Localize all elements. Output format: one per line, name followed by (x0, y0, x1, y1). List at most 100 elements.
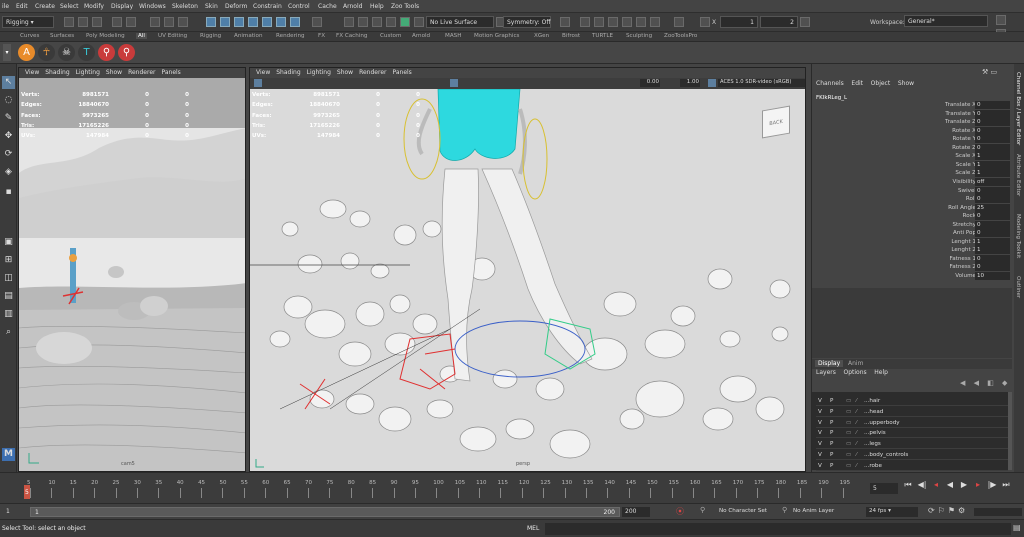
go-to-end-icon[interactable]: ⏭ (1000, 479, 1012, 491)
vp1-menu-shading[interactable]: Shading (45, 69, 69, 76)
vp1-menu-renderer[interactable]: Renderer (128, 69, 155, 76)
layer-row[interactable]: V P ▭ ⁄ ...legs (816, 439, 1008, 450)
layer-color-icon[interactable]: ⁄ (856, 450, 857, 460)
tab-display[interactable]: Display (815, 360, 844, 367)
layer-visibility-toggle[interactable]: V (818, 439, 822, 449)
channel-value[interactable]: 0 (975, 101, 1010, 109)
sidebar-toggle-icon[interactable] (800, 17, 810, 27)
range-slider[interactable]: 1 200 (30, 507, 620, 517)
field-y-input[interactable]: 2 (760, 16, 798, 28)
menu-cache[interactable]: Cache (318, 3, 337, 10)
channel-row[interactable]: Scale Y1 (812, 160, 1012, 170)
layer-row[interactable]: V P ▭ ⁄ ...pelvis (816, 428, 1008, 439)
layer-row[interactable]: V P ▭ ⁄ ...robe (816, 461, 1008, 471)
select-render-mask-icon[interactable] (276, 17, 286, 27)
script-editor-icon[interactable]: ▤ (1013, 523, 1021, 532)
render-view-icon[interactable] (636, 17, 646, 27)
xray-icon[interactable] (450, 79, 458, 87)
menu-edit[interactable]: Edit (16, 3, 28, 10)
play-backward-icon[interactable]: ◀ (944, 479, 956, 491)
shelf-menu-icon[interactable]: ▾ (3, 44, 11, 61)
layer-playback-toggle[interactable]: P (830, 450, 833, 460)
layer-type-icon[interactable]: ▭ (846, 439, 851, 449)
menu-windows[interactable]: Windows (139, 3, 166, 10)
shelf-tab-all[interactable]: All (136, 33, 147, 39)
channel-row[interactable]: Roll 0 (812, 195, 1012, 204)
color-management-icon[interactable] (708, 79, 716, 87)
next-key-icon[interactable]: ▸ (972, 479, 984, 491)
menu-display[interactable]: Display (111, 3, 133, 10)
layer-visibility-toggle[interactable]: V (818, 450, 822, 460)
channel-value[interactable]: 0 (975, 229, 1010, 238)
layer-playback-toggle[interactable]: P (830, 396, 833, 406)
channel-value[interactable]: off (975, 177, 1010, 186)
timeline-prefs-field[interactable] (974, 508, 1022, 516)
four-view-icon[interactable]: ⊞ (2, 254, 15, 267)
lock-selection-icon[interactable] (312, 17, 322, 27)
ipr-icon[interactable] (674, 17, 684, 27)
layer-name[interactable]: ...body_controls (864, 450, 908, 460)
channel-value[interactable]: 1 (975, 152, 1010, 161)
channel-row[interactable]: Translate Z0 (812, 118, 1012, 127)
channel-value[interactable]: 0 (975, 186, 1010, 195)
select-component-icon[interactable] (178, 17, 188, 27)
rotate-tool-icon[interactable]: ⟳ (2, 148, 15, 161)
channel-value[interactable]: 25 (975, 203, 1010, 212)
channel-value[interactable]: 0 (975, 220, 1010, 229)
mel-command-input[interactable] (545, 523, 1011, 535)
channel-name[interactable]: Rotate X (952, 127, 976, 136)
channel-name[interactable]: Fatness 2 (950, 263, 976, 272)
menu-file[interactable]: ile (2, 3, 9, 10)
outliner-persp-icon[interactable]: ▤ (2, 290, 15, 303)
menu-control[interactable]: Control (288, 3, 310, 10)
layer-color-icon[interactable]: ⁄ (856, 461, 857, 471)
shelf-tab-xgen[interactable]: XGen (534, 33, 549, 39)
menu-deform[interactable]: Deform (225, 3, 247, 10)
channel-row[interactable]: Fatness 10 (812, 254, 1012, 264)
channel-name[interactable]: Rock (963, 212, 976, 221)
channel-name[interactable]: Lenght 2 (951, 246, 976, 255)
channel-name[interactable]: Rotate Y (952, 135, 976, 144)
vp2-menu-renderer[interactable]: Renderer (359, 69, 386, 76)
channel-name[interactable]: Stretchy (953, 221, 977, 230)
channel-row[interactable]: Stretchy 0 (812, 220, 1012, 230)
last-tool-icon[interactable]: ▪ (2, 186, 15, 199)
layer-scrollbar[interactable] (1008, 392, 1012, 470)
layer-playback-toggle[interactable]: P (830, 428, 833, 438)
channel-row[interactable]: Rotate X0 (812, 126, 1012, 136)
select-misc-mask-icon[interactable] (290, 17, 300, 27)
shelf-tab-zootoolspro[interactable]: ZooToolsPro (664, 33, 697, 39)
current-frame-field[interactable]: 5 (870, 483, 898, 494)
vp2-menu-shading[interactable]: Shading (276, 69, 300, 76)
side-tab-modeling-toolkit[interactable]: Modeling Toolkit (1015, 214, 1021, 258)
layer-name[interactable]: ...pelvis (864, 428, 886, 438)
graph-persp-icon[interactable]: ▥ (2, 308, 15, 321)
channel-value[interactable]: 1 (975, 237, 1010, 246)
layer-visibility-toggle[interactable]: V (818, 428, 822, 438)
shelf-tab-rendering[interactable]: Rendering (276, 33, 305, 39)
view-transform-dropdown[interactable]: ACES 1.0 SDR-video (sRGB) (718, 79, 805, 87)
workspace-lock-icon[interactable] (996, 15, 1006, 25)
layer-name[interactable]: ...robe (864, 461, 882, 471)
channel-name[interactable]: Rotate Z (952, 144, 976, 153)
select-object-icon[interactable] (164, 17, 174, 27)
shelf-tab-motion-graphics[interactable]: Motion Graphics (474, 33, 519, 39)
vp1-menu-show[interactable]: Show (106, 69, 122, 76)
menu-skin[interactable]: Skin (205, 3, 218, 10)
fps-dropdown[interactable]: 24 fps ▾ (866, 507, 918, 517)
channel-name[interactable]: Lenght 1 (951, 238, 976, 247)
channel-name[interactable]: Translate Y (945, 110, 976, 119)
layer-type-icon[interactable]: ▭ (846, 396, 851, 406)
render-settings-icon[interactable] (608, 17, 618, 27)
help-menu[interactable]: Help (874, 369, 888, 376)
save-scene-icon[interactable] (92, 17, 102, 27)
shelf-tab-sculpting[interactable]: Sculpting (626, 33, 652, 39)
channel-name[interactable]: Swivel (958, 187, 976, 196)
channel-box-pin-icons[interactable]: ⚒ ▭ (982, 68, 997, 76)
shelf-tab-turtle[interactable]: TURTLE (592, 33, 613, 39)
layer-name[interactable]: ...hair (864, 396, 880, 406)
shelf-tab-animation[interactable]: Animation (234, 33, 263, 39)
select-deform-mask-icon[interactable] (248, 17, 258, 27)
channel-row[interactable]: Rock 0 (812, 212, 1012, 221)
paint-select-tool-icon[interactable]: ✎ (2, 112, 15, 125)
